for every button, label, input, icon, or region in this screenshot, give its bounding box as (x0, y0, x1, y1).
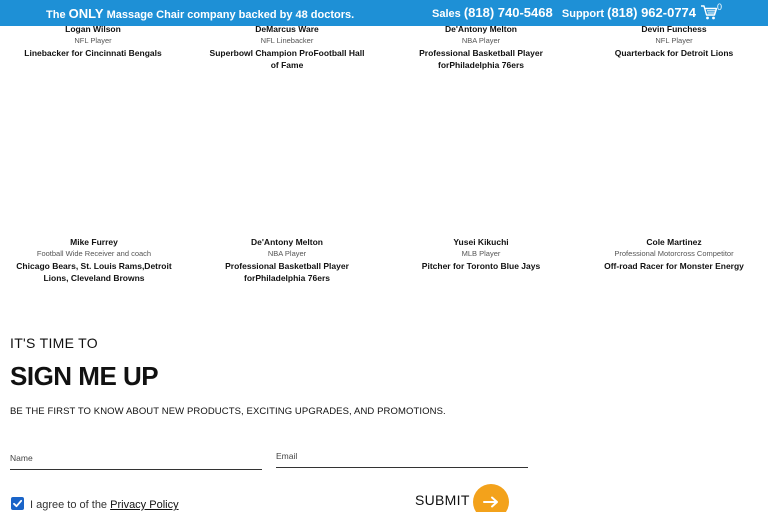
athlete-role: NFL Player (74, 36, 112, 45)
athlete-description: Linebacker for Cincinnati Bengals (24, 48, 162, 58)
athlete-role: NBA Player (267, 249, 307, 258)
cart-button[interactable]: 0 (700, 2, 728, 22)
promo-suffix: Massage Chair company backed by 48 docto… (103, 9, 355, 21)
agree-checkbox[interactable] (11, 497, 24, 510)
promo-text: The ONLY Massage Chair company backed by… (46, 6, 354, 21)
athlete-card: Cole Martinez Professional Motorcross Co… (594, 236, 754, 272)
support-number: (818) 962-0774 (607, 5, 697, 20)
athlete-name: Mike Furrey (70, 237, 118, 247)
athlete-card: De'Antony Melton NBA Player Professional… (207, 236, 367, 284)
contact-links: Sales (818) 740-5468 Support (818) 962-0… (432, 5, 696, 20)
athlete-card: Devin Funchess NFL Player Quarterback fo… (594, 23, 754, 59)
support-label: Support (561, 8, 608, 20)
athlete-role: NFL Linebacker (260, 36, 314, 45)
privacy-agreement: I agree to of the Privacy Policy (11, 497, 179, 511)
name-field-wrapper (10, 446, 262, 470)
athlete-role: Professional Motorcross Competitor (614, 249, 734, 258)
promo-highlight: ONLY (68, 6, 104, 21)
athlete-card: DeMarcus Ware NFL Linebacker Superbowl C… (207, 23, 367, 71)
agree-text: I agree to of the (30, 499, 111, 511)
athlete-name: DeMarcus Ware (255, 24, 319, 34)
athlete-description: Quarterback for Detroit Lions (614, 48, 734, 58)
athlete-card: De'Antony Melton NBA Player Professional… (401, 23, 561, 71)
email-input[interactable] (276, 444, 528, 467)
email-field-wrapper (276, 444, 528, 468)
athlete-description: Off-road Racer for Monster Energy (604, 261, 744, 271)
athlete-role: NBA Player (461, 36, 501, 45)
athlete-name: Cole Martinez (646, 237, 702, 247)
sales-number: (818) 740-5468 (463, 5, 553, 20)
cart-count: 0 (717, 2, 723, 12)
athlete-name: De'Antony Melton (445, 24, 517, 34)
athlete-name: Logan Wilson (65, 24, 121, 34)
athlete-role: NFL Player (655, 36, 693, 45)
athlete-name: Yusei Kikuchi (453, 237, 509, 247)
privacy-policy-link[interactable]: Privacy Policy (110, 499, 178, 511)
athlete-description: Chicago Bears, St. Louis Rams,Detroit Li… (16, 261, 172, 283)
sales-phone-link[interactable]: Sales (818) 740-5468 (432, 5, 553, 20)
athlete-name: De'Antony Melton (251, 237, 323, 247)
name-input[interactable] (10, 446, 262, 469)
athlete-card: Mike Furrey Football Wide Receiver and c… (13, 236, 175, 284)
submit-arrow-circle[interactable] (473, 484, 509, 512)
athlete-role: MLB Player (461, 249, 501, 258)
support-phone-link[interactable]: Support (818) 962-0774 (561, 5, 697, 20)
submit-label: SUBMIT (415, 492, 470, 508)
athlete-description: Superbowl Champion ProFootball Hall of F… (209, 48, 365, 70)
signup-title: SIGN ME UP (10, 361, 159, 391)
signup-kicker: IT'S TIME TO (10, 335, 98, 351)
cart-icon (701, 5, 718, 20)
athlete-role: Football Wide Receiver and coach (36, 249, 152, 258)
athlete-description: Professional Basketball Player forPhilad… (225, 261, 349, 283)
athlete-description: Professional Basketball Player forPhilad… (419, 48, 543, 70)
sales-label: Sales (432, 8, 464, 20)
arrow-right-icon (483, 496, 498, 508)
signup-subtitle: BE THE FIRST TO KNOW ABOUT NEW PRODUCTS,… (10, 406, 446, 417)
promo-prefix: The (46, 9, 69, 21)
athlete-name: Devin Funchess (641, 24, 707, 34)
checkmark-icon (13, 499, 23, 508)
athlete-card: Yusei Kikuchi MLB Player Pitcher for Tor… (401, 236, 561, 272)
athlete-description: Pitcher for Toronto Blue Jays (421, 261, 541, 271)
athlete-card: Logan Wilson NFL Player Linebacker for C… (13, 23, 173, 59)
